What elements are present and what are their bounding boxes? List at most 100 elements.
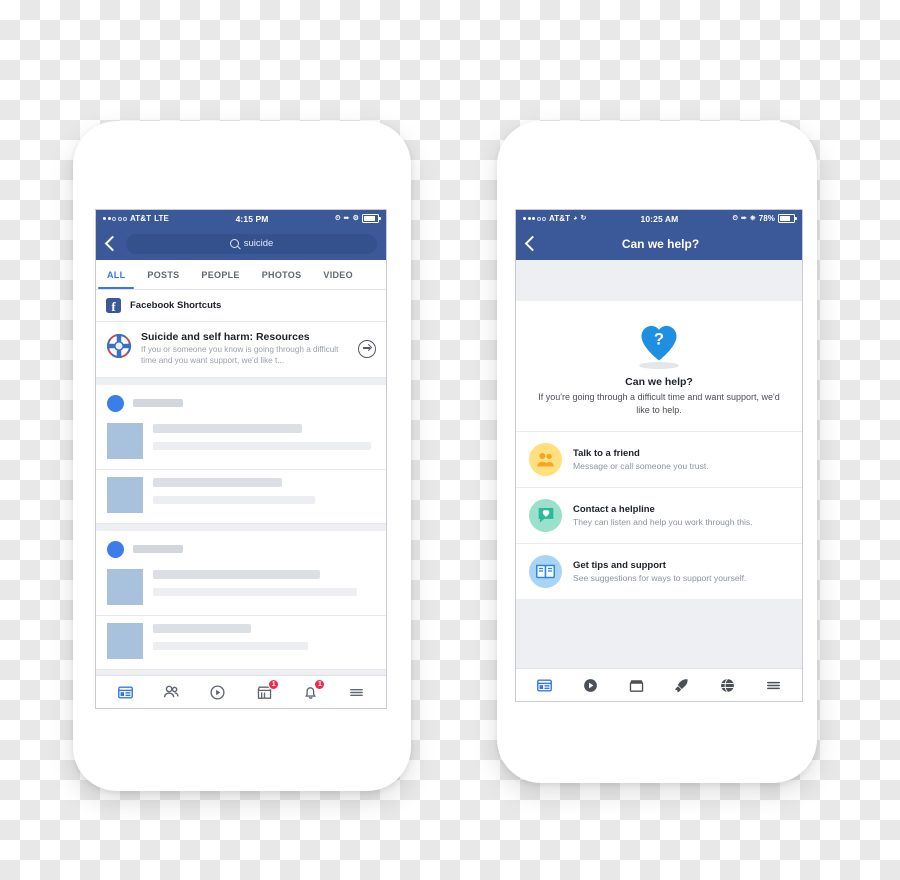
phone-screen-can-we-help: AT&T ◕ ↻ 10:25 AM ⏲ ➨ ⎈ 78% Can we help? [515, 209, 803, 702]
placeholder-thumbnail [107, 476, 143, 513]
heart-question-icon: ? [530, 321, 788, 369]
suicide-resources-row[interactable]: Suicide and self harm: Resources If you … [96, 322, 386, 378]
phone-device-left: AT&T LTE 4:15 PM ⏲ ➨ ⚙ suicide ALL POSTS… [73, 121, 411, 791]
search-icon [229, 239, 239, 248]
option-text: Talk to a friend Message or call someone… [573, 448, 789, 471]
open-book-icon [529, 554, 562, 588]
tab-all[interactable]: ALL [96, 260, 136, 289]
chevron-left-icon[interactable] [104, 235, 121, 252]
alarm-icon: ⏲ [732, 215, 739, 222]
search-input-value: suicide [243, 238, 274, 249]
list-item[interactable] [96, 470, 386, 524]
status-bar: AT&T LTE 4:15 PM ⏲ ➨ ⚙ [96, 210, 386, 227]
avatar [107, 394, 124, 412]
sync-icon: ↻ [580, 215, 587, 222]
svg-text:?: ? [654, 330, 664, 349]
carrier-label: AT&T [130, 214, 152, 223]
chat-bubble-heart-icon [529, 498, 562, 532]
video-play-icon[interactable] [207, 681, 229, 703]
bottom-tab-bar [516, 668, 802, 701]
life-preserver-icon [106, 333, 132, 364]
list-item[interactable] [96, 416, 386, 470]
status-bar-left: AT&T ◕ ↻ [523, 214, 586, 223]
bottom-tab-bar: 1 1 [96, 675, 386, 708]
help-card: ? Can we help? If you're going through a… [516, 301, 802, 599]
notifications-bell-icon[interactable]: 1 [299, 679, 326, 703]
bluetooth-icon: ⎈ [749, 215, 756, 222]
tab-people[interactable]: PEOPLE [190, 260, 250, 289]
tab-video[interactable]: VIDEO [312, 260, 364, 289]
facebook-shortcuts-row[interactable]: f Facebook Shortcuts [96, 290, 386, 322]
page-title: Can we help? [621, 236, 700, 251]
option-get-tips-and-support[interactable]: Get tips and support See suggestions for… [516, 543, 802, 599]
placeholder-thumbnail [107, 568, 143, 605]
status-bar-right: ⏲ ➨ ⚙ [335, 214, 381, 223]
suicide-resources-text: Suicide and self harm: Resources If you … [141, 331, 349, 367]
hamburger-menu-icon[interactable] [762, 674, 784, 696]
news-feed-icon[interactable] [534, 674, 556, 696]
globe-icon[interactable] [716, 674, 738, 696]
location-arrow-icon: ➨ [741, 215, 747, 222]
chevron-left-icon[interactable] [524, 235, 541, 252]
news-feed-icon[interactable] [114, 681, 136, 703]
facebook-logo-icon: f [106, 298, 121, 313]
marketplace-store-icon[interactable] [625, 674, 647, 696]
friends-icon[interactable] [160, 681, 182, 703]
notifications-badge: 1 [314, 679, 326, 690]
placeholder-thumbnail [107, 422, 143, 459]
option-subtitle: They can listen and help you work throug… [573, 516, 753, 527]
help-content-area: ? Can we help? If you're going through a… [516, 301, 802, 701]
tab-posts[interactable]: POSTS [136, 260, 190, 289]
hamburger-menu-icon[interactable] [346, 681, 368, 703]
facebook-shortcuts-label: Facebook Shortcuts [130, 300, 222, 311]
help-navigation-bar: Can we help? [516, 227, 802, 260]
list-item[interactable] [96, 562, 386, 616]
rocket-icon[interactable] [671, 674, 693, 696]
option-contact-a-helpline[interactable]: Contact a helpline They can listen and h… [516, 487, 802, 544]
marketplace-store-icon[interactable]: 1 [253, 679, 280, 703]
marketplace-badge: 1 [268, 679, 280, 690]
search-filter-tabs: ALL POSTS PEOPLE PHOTOS VIDEO [96, 260, 386, 290]
status-bar-clock: 10:25 AM [640, 213, 679, 224]
placeholder-name-bar [133, 545, 183, 554]
resource-title: Suicide and self harm: Resources [141, 331, 310, 343]
arrow-right-circle-icon[interactable] [358, 339, 376, 358]
placeholder-text-lines [153, 423, 375, 459]
option-subtitle: See suggestions for ways to support your… [573, 572, 747, 583]
placeholder-text-lines [153, 623, 375, 659]
hero-title: Can we help? [625, 376, 693, 388]
hero-subtitle: If you're going through a difficult time… [538, 392, 780, 415]
avatar [107, 540, 124, 558]
battery-percent-label: 78% [758, 214, 775, 223]
feed-placeholder-group-1 [96, 384, 386, 524]
resource-subtitle: If you or someone you know is going thro… [141, 345, 339, 365]
option-title: Get tips and support [573, 559, 666, 571]
search-input[interactable]: suicide [126, 233, 377, 254]
battery-icon [362, 214, 381, 223]
video-play-icon[interactable] [579, 674, 601, 696]
icon-shadow [639, 362, 679, 369]
option-subtitle: Message or call someone you trust. [573, 460, 709, 471]
option-talk-to-a-friend[interactable]: Talk to a friend Message or call someone… [516, 431, 802, 488]
option-title: Contact a helpline [573, 503, 655, 515]
wifi-icon: ◕ [573, 215, 578, 222]
placeholder-text-lines [153, 569, 375, 605]
two-people-icon [529, 442, 562, 476]
network-type-label: LTE [154, 214, 169, 223]
help-hero-section: ? Can we help? If you're going through a… [516, 301, 802, 432]
status-bar-clock: 4:15 PM [235, 213, 269, 224]
placeholder-name-bar [133, 399, 183, 408]
signal-strength-icon [523, 216, 546, 221]
alarm-icon: ⏲ [335, 215, 341, 222]
option-title: Talk to a friend [573, 447, 640, 459]
tab-photos[interactable]: PHOTOS [251, 260, 313, 289]
option-text: Contact a helpline They can listen and h… [573, 504, 789, 527]
phone-device-right: AT&T ◕ ↻ 10:25 AM ⏲ ➨ ⎈ 78% Can we help? [497, 121, 817, 783]
list-item[interactable] [96, 616, 386, 670]
feed-placeholder-group-2 [96, 530, 386, 670]
status-bar-left: AT&T LTE [103, 214, 169, 223]
signal-strength-icon [103, 216, 127, 221]
option-text: Get tips and support See suggestions for… [573, 560, 789, 583]
search-navigation-bar: suicide [96, 227, 386, 260]
battery-icon [778, 214, 797, 223]
